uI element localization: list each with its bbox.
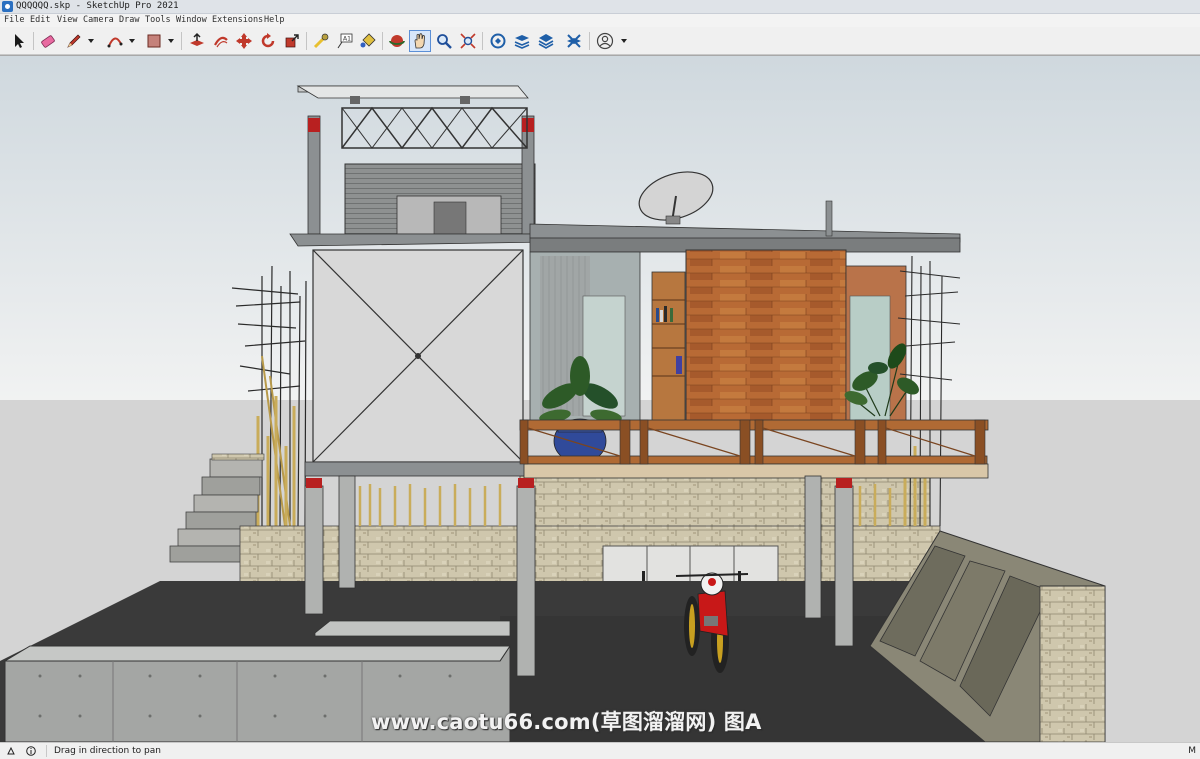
menu-tools[interactable]: Tools — [145, 14, 171, 27]
account-dropdown[interactable] — [620, 36, 628, 46]
menu-help[interactable]: Help — [264, 14, 284, 27]
menu-extensions[interactable]: Extensions — [212, 14, 263, 27]
measurements-label: M — [1188, 746, 1196, 756]
scale-icon — [285, 34, 299, 48]
zoom-extents-icon — [460, 33, 476, 49]
extension-warehouse-icon — [514, 35, 530, 49]
scale-tool-button[interactable] — [281, 30, 303, 52]
menu-draw[interactable]: Draw — [119, 14, 139, 27]
menu-file[interactable]: File — [4, 14, 24, 27]
extension-manager-button[interactable] — [563, 30, 585, 52]
move-arrows-icon — [236, 33, 252, 49]
entry-step — [314, 620, 511, 637]
rotate-tool-button[interactable] — [257, 30, 279, 52]
menu-camera[interactable]: Camera — [83, 14, 114, 27]
rectangle-icon — [147, 34, 161, 48]
user-account-icon — [596, 32, 614, 50]
paint-bucket-icon — [360, 33, 376, 48]
bookshelf — [651, 271, 686, 423]
layers-icon — [538, 34, 554, 49]
geo-location-icon[interactable] — [6, 746, 16, 756]
magnifier-icon — [437, 34, 452, 49]
menu-view[interactable]: View — [57, 14, 77, 27]
3d-viewport[interactable]: www.caotu66.com(草图溜溜网) 图A — [0, 55, 1200, 742]
pan-tool-button[interactable] — [409, 30, 431, 52]
zoom-extents-tool-button[interactable] — [457, 30, 479, 52]
move-tool-button[interactable] — [233, 30, 255, 52]
tape-measure-tool-button[interactable] — [310, 30, 332, 52]
arc-tool-dropdown[interactable] — [128, 36, 136, 46]
watermark-text: www.caotu66.com(草图溜溜网) 图A — [371, 710, 762, 734]
offset-tool-button[interactable] — [210, 30, 232, 52]
dropdown-triangle-icon — [621, 39, 627, 43]
orbit-tool-button[interactable] — [386, 30, 408, 52]
line-tool-button[interactable] — [63, 30, 85, 52]
info-icon[interactable] — [26, 746, 36, 756]
rotate-icon — [261, 33, 275, 48]
menu-edit[interactable]: Edit — [30, 14, 50, 27]
account-button[interactable] — [594, 30, 616, 52]
orbit-icon — [389, 35, 405, 47]
warehouse-icon — [490, 33, 506, 49]
rectangle-tool-button[interactable] — [143, 30, 165, 52]
select-tool-button[interactable] — [8, 30, 30, 52]
wood-cladding-wall — [685, 249, 847, 429]
eraser-icon — [41, 35, 55, 48]
push-pull-tool-button[interactable] — [186, 30, 208, 52]
text-tool-button[interactable]: A1 — [334, 30, 356, 52]
extension-manager-icon — [567, 34, 581, 48]
offset-icon — [214, 36, 228, 48]
status-bar: Drag in direction to pan M — [0, 742, 1200, 759]
arrow-cursor-icon — [15, 34, 24, 48]
line-tool-dropdown[interactable] — [87, 36, 95, 46]
3d-warehouse-button[interactable] — [487, 30, 509, 52]
status-hint: Drag in direction to pan — [54, 746, 161, 756]
arc-icon — [107, 37, 123, 48]
stone-wall-left — [239, 525, 541, 585]
send-to-layout-button[interactable] — [535, 30, 557, 52]
dropdown-triangle-icon — [168, 39, 174, 43]
sketchup-app-icon — [2, 1, 13, 12]
eraser-tool-button[interactable] — [37, 30, 59, 52]
tape-measure-icon — [313, 33, 329, 49]
model-scene — [0, 56, 1200, 742]
main-toolbar: A1 — [0, 28, 1200, 55]
push-pull-icon — [190, 32, 204, 46]
menu-bar: File Edit View Camera Draw Tools Window … — [0, 14, 1200, 27]
dropdown-triangle-icon — [88, 39, 94, 43]
rectangle-tool-dropdown[interactable] — [167, 36, 175, 46]
text-label-icon: A1 — [337, 33, 353, 49]
svg-text:A1: A1 — [343, 36, 351, 43]
pencil-icon — [67, 34, 81, 48]
concrete-block-volume — [304, 249, 536, 477]
menu-window[interactable]: Window — [176, 14, 207, 27]
extension-warehouse-button[interactable] — [511, 30, 533, 52]
pan-hand-icon — [414, 33, 425, 49]
title-bar: QQQQQQ.skp - SketchUp Pro 2021 — [0, 0, 1200, 14]
window-title: QQQQQQ.skp - SketchUp Pro 2021 — [16, 1, 179, 11]
dropdown-triangle-icon — [129, 39, 135, 43]
zoom-tool-button[interactable] — [433, 30, 455, 52]
arc-tool-button[interactable] — [104, 30, 126, 52]
paint-bucket-tool-button[interactable] — [357, 30, 379, 52]
